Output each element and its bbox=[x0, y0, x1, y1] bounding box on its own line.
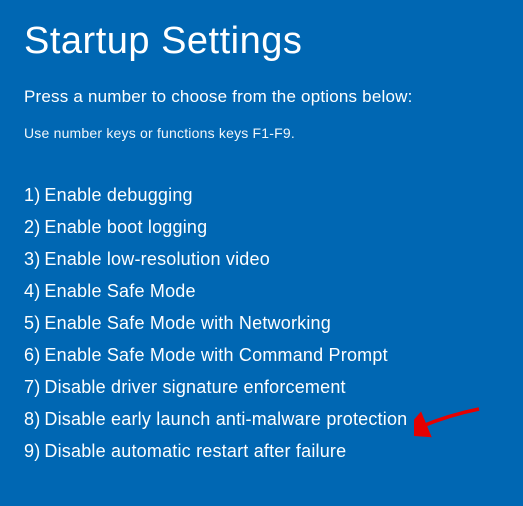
option-item-2[interactable]: 2) Enable boot logging bbox=[24, 217, 499, 238]
option-label: Enable Safe Mode bbox=[44, 281, 195, 302]
option-item-6[interactable]: 6) Enable Safe Mode with Command Prompt bbox=[24, 345, 499, 366]
option-number: 8) bbox=[24, 409, 40, 430]
option-number: 2) bbox=[24, 217, 40, 238]
option-item-7[interactable]: 7) Disable driver signature enforcement bbox=[24, 377, 499, 398]
option-item-3[interactable]: 3) Enable low-resolution video bbox=[24, 249, 499, 270]
option-item-1[interactable]: 1) Enable debugging bbox=[24, 185, 499, 206]
option-item-5[interactable]: 5) Enable Safe Mode with Networking bbox=[24, 313, 499, 334]
option-label: Enable low-resolution video bbox=[44, 249, 270, 270]
subtitle-text: Press a number to choose from the option… bbox=[24, 87, 499, 107]
option-item-4[interactable]: 4) Enable Safe Mode bbox=[24, 281, 499, 302]
option-label: Disable early launch anti-malware protec… bbox=[44, 409, 407, 430]
option-label: Disable automatic restart after failure bbox=[44, 441, 346, 462]
option-item-8[interactable]: 8) Disable early launch anti-malware pro… bbox=[24, 409, 499, 430]
options-list: 1) Enable debugging 2) Enable boot loggi… bbox=[24, 185, 499, 462]
hint-text: Use number keys or functions keys F1-F9. bbox=[24, 125, 499, 141]
option-number: 4) bbox=[24, 281, 40, 302]
option-number: 9) bbox=[24, 441, 40, 462]
option-label: Enable boot logging bbox=[44, 217, 207, 238]
option-number: 7) bbox=[24, 377, 40, 398]
option-number: 1) bbox=[24, 185, 40, 206]
option-label: Enable debugging bbox=[44, 185, 192, 206]
page-title: Startup Settings bbox=[24, 20, 499, 63]
option-label: Disable driver signature enforcement bbox=[44, 377, 345, 398]
option-label: Enable Safe Mode with Networking bbox=[44, 313, 331, 334]
option-label: Enable Safe Mode with Command Prompt bbox=[44, 345, 387, 366]
option-number: 5) bbox=[24, 313, 40, 334]
option-item-9[interactable]: 9) Disable automatic restart after failu… bbox=[24, 441, 499, 462]
option-number: 6) bbox=[24, 345, 40, 366]
option-number: 3) bbox=[24, 249, 40, 270]
